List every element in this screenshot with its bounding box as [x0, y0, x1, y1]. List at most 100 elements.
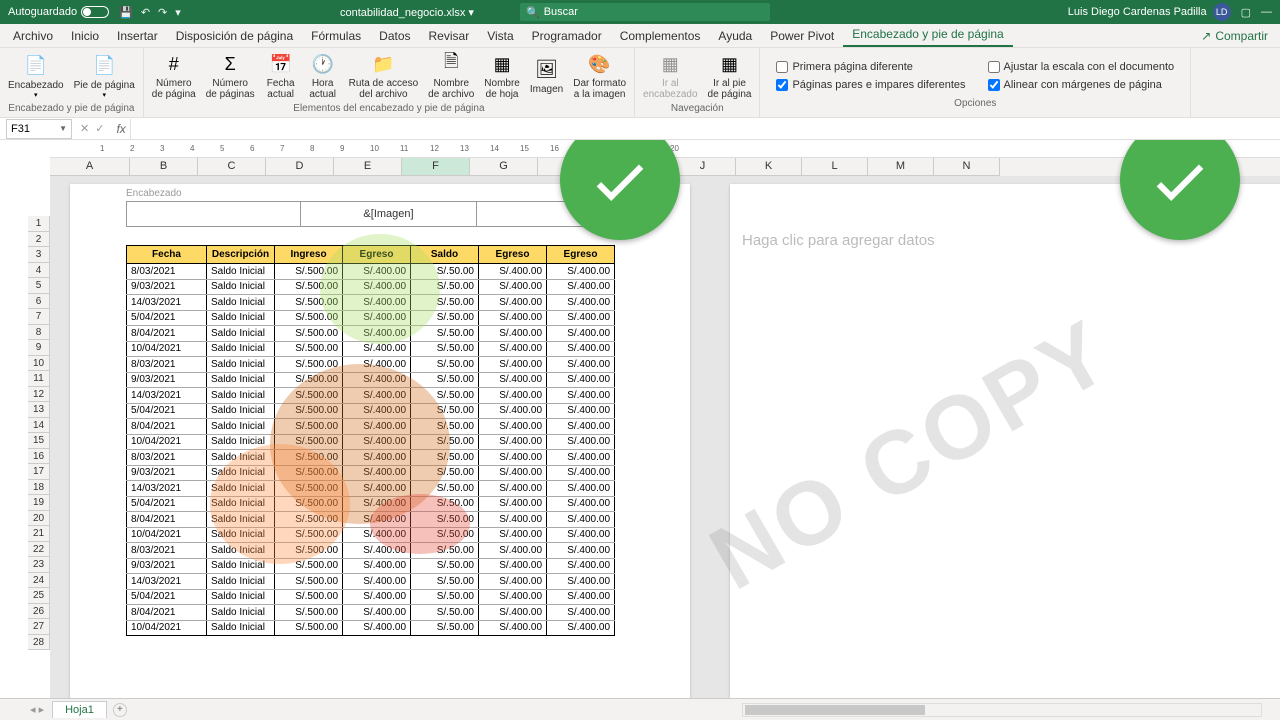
table-row[interactable]: 9/03/2021Saldo InicialS/.500.00S/.400.00…	[127, 558, 615, 574]
cell[interactable]: S/.50.00	[411, 465, 479, 481]
cell[interactable]: S/.400.00	[547, 326, 615, 342]
row-header[interactable]: 26	[28, 604, 50, 620]
tab-vista[interactable]: Vista	[478, 25, 522, 47]
table-row[interactable]: 9/03/2021Saldo InicialS/.500.00S/.400.00…	[127, 372, 615, 388]
cell[interactable]: S/.400.00	[343, 481, 411, 497]
tab-power-pivot[interactable]: Power Pivot	[761, 25, 843, 47]
row-header[interactable]: 13	[28, 402, 50, 418]
row-header[interactable]: 16	[28, 449, 50, 465]
horizontal-scrollbar[interactable]	[742, 703, 1262, 717]
cell[interactable]: S/.400.00	[343, 372, 411, 388]
save-icon[interactable]: 💾	[119, 6, 133, 19]
cell[interactable]: 8/03/2021	[127, 543, 207, 559]
cell[interactable]: 8/04/2021	[127, 605, 207, 621]
col-header[interactable]: L	[802, 158, 868, 176]
tab-revisar[interactable]: Revisar	[420, 25, 479, 47]
cell[interactable]: S/.400.00	[547, 434, 615, 450]
table-row[interactable]: 8/03/2021Saldo InicialS/.500.00S/.400.00…	[127, 264, 615, 280]
row-header[interactable]: 27	[28, 619, 50, 635]
col-header[interactable]: D	[266, 158, 334, 176]
tab-programador[interactable]: Programador	[523, 25, 611, 47]
sheet-tab[interactable]: Hoja1	[52, 701, 107, 718]
table-row[interactable]: 8/03/2021Saldo InicialS/.500.00S/.400.00…	[127, 543, 615, 559]
cell[interactable]: S/.400.00	[343, 605, 411, 621]
cell[interactable]: S/.50.00	[411, 605, 479, 621]
row-header[interactable]: 12	[28, 387, 50, 403]
cell[interactable]: Saldo Inicial	[207, 310, 275, 326]
cell[interactable]: S/.400.00	[343, 512, 411, 528]
col-header[interactable]: A	[50, 158, 130, 176]
cell[interactable]: S/.400.00	[343, 527, 411, 543]
cell[interactable]: Saldo Inicial	[207, 419, 275, 435]
cell[interactable]: S/.400.00	[479, 310, 547, 326]
tab-complementos[interactable]: Complementos	[611, 25, 710, 47]
cell[interactable]: S/.400.00	[343, 419, 411, 435]
cell[interactable]: S/.400.00	[547, 341, 615, 357]
ribbon-mode-icon[interactable]: ▢	[1241, 6, 1251, 19]
row-header[interactable]: 24	[28, 573, 50, 589]
cell[interactable]: S/.500.00	[275, 574, 343, 590]
redo-icon[interactable]: ↷	[158, 6, 167, 19]
cell[interactable]: S/.50.00	[411, 496, 479, 512]
cell[interactable]: S/.400.00	[479, 403, 547, 419]
cell[interactable]: S/.400.00	[343, 496, 411, 512]
cell[interactable]: S/.50.00	[411, 372, 479, 388]
cell[interactable]: S/.400.00	[547, 496, 615, 512]
cell[interactable]: S/.400.00	[547, 558, 615, 574]
cell[interactable]: S/.400.00	[343, 295, 411, 311]
cell[interactable]: S/.500.00	[275, 620, 343, 636]
cell[interactable]: S/.50.00	[411, 279, 479, 295]
cell[interactable]: Saldo Inicial	[207, 620, 275, 636]
ribbon-btn[interactable]: ▦Ir al piede página	[704, 50, 756, 102]
cell[interactable]: Saldo Inicial	[207, 341, 275, 357]
cell[interactable]: Saldo Inicial	[207, 543, 275, 559]
cell[interactable]: S/.50.00	[411, 264, 479, 280]
footer-button[interactable]: 📄Pie de página▾	[70, 52, 139, 101]
search-box[interactable]: 🔍 Buscar	[520, 3, 770, 21]
ribbon-btn[interactable]: 🎨Dar formatoa la imagen	[569, 50, 630, 102]
cell[interactable]: S/.400.00	[479, 543, 547, 559]
cell[interactable]: S/.500.00	[275, 419, 343, 435]
tab-insertar[interactable]: Insertar	[108, 25, 167, 47]
cell[interactable]: S/.400.00	[479, 450, 547, 466]
cell[interactable]: S/.400.00	[479, 605, 547, 621]
cell[interactable]: Saldo Inicial	[207, 574, 275, 590]
cell[interactable]: 14/03/2021	[127, 295, 207, 311]
ribbon-btn[interactable]: #Númerode página	[148, 50, 200, 102]
table-header[interactable]: Egreso	[479, 246, 547, 264]
table-header[interactable]: Saldo	[411, 246, 479, 264]
cell[interactable]: S/.500.00	[275, 403, 343, 419]
row-header[interactable]: 20	[28, 511, 50, 527]
name-box[interactable]: F31▼	[6, 119, 72, 139]
cell[interactable]: S/.400.00	[479, 434, 547, 450]
col-header[interactable]: C	[198, 158, 266, 176]
cell[interactable]: S/.400.00	[547, 527, 615, 543]
cell[interactable]: S/.400.00	[479, 341, 547, 357]
cell[interactable]: S/.400.00	[479, 574, 547, 590]
col-header[interactable]: N	[934, 158, 1000, 176]
cell[interactable]: 8/03/2021	[127, 357, 207, 373]
option-checkbox[interactable]: Primera página diferente	[772, 59, 969, 75]
cell[interactable]: S/.50.00	[411, 543, 479, 559]
cell[interactable]: S/.500.00	[275, 310, 343, 326]
cell[interactable]: Saldo Inicial	[207, 295, 275, 311]
cell[interactable]: Saldo Inicial	[207, 403, 275, 419]
cell[interactable]: S/.500.00	[275, 465, 343, 481]
cell[interactable]: S/.500.00	[275, 372, 343, 388]
table-row[interactable]: 5/04/2021Saldo InicialS/.500.00S/.400.00…	[127, 403, 615, 419]
cell[interactable]: S/.400.00	[343, 558, 411, 574]
row-header[interactable]: 14	[28, 418, 50, 434]
cell[interactable]: Saldo Inicial	[207, 558, 275, 574]
cell[interactable]: S/.400.00	[343, 465, 411, 481]
qat-dropdown-icon[interactable]: ▾	[175, 6, 181, 19]
cell[interactable]: S/.400.00	[547, 620, 615, 636]
enter-icon[interactable]: ✓	[95, 122, 104, 135]
fx-icon[interactable]: fx	[112, 122, 129, 136]
cell[interactable]: S/.50.00	[411, 558, 479, 574]
row-header[interactable]: 6	[28, 294, 50, 310]
row-header[interactable]: 5	[28, 278, 50, 294]
cell[interactable]: 14/03/2021	[127, 481, 207, 497]
cell[interactable]: S/.400.00	[343, 388, 411, 404]
header-button[interactable]: 📄Encabezado▾	[4, 52, 68, 101]
cell[interactable]: S/.50.00	[411, 450, 479, 466]
